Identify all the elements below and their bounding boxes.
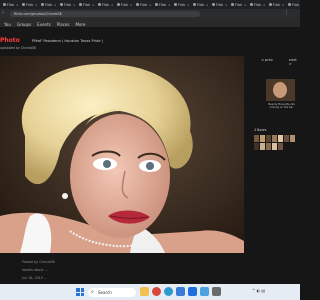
close-tab-icon[interactable]: ×	[149, 3, 152, 7]
mail-icon[interactable]	[188, 287, 197, 296]
meta-line: tweets about ...	[22, 268, 48, 272]
meta-date: Jun 26, 2015 ...	[22, 276, 48, 280]
browser-tab[interactable]: Flick×	[231, 1, 247, 8]
site-nav: You Groups Events Places More	[0, 21, 87, 29]
close-tab-icon[interactable]: ×	[111, 3, 114, 7]
browser-tab[interactable]: Flick×	[155, 1, 171, 8]
flickr-icon	[212, 3, 215, 6]
browser-tab[interactable]: Flick×	[3, 1, 19, 8]
close-tab-icon[interactable]: ×	[73, 3, 76, 7]
browser-tab[interactable]: Flick×	[193, 1, 209, 8]
search-icon: ⌕	[91, 289, 94, 295]
page-title: Photo	[0, 37, 20, 44]
close-tab-icon[interactable]: ×	[168, 3, 171, 7]
thumb[interactable]	[278, 143, 283, 150]
flickr-icon	[250, 3, 253, 6]
nav-groups[interactable]: Groups	[15, 21, 33, 29]
thumb[interactable]	[272, 135, 277, 142]
photo-meta: Posted by ChinnbSK tweets about ... Jun …	[22, 258, 55, 282]
thumbnail-image	[266, 79, 295, 101]
browser-tab[interactable]: Flick×	[98, 1, 114, 8]
thumb[interactable]	[266, 135, 271, 142]
address-bar: ‹ flickr.com/photos/ChinnbSK ⋮	[0, 9, 300, 18]
windows-start-icon[interactable]	[76, 288, 84, 296]
flickr-icon	[41, 3, 44, 6]
flickr-icon	[155, 3, 158, 6]
store-icon[interactable]	[176, 287, 185, 296]
nav-places[interactable]: Places	[55, 21, 72, 29]
browser-tab-bar: Flick × Flick × Flick × Flick × Flick × Flick…	[0, 0, 300, 9]
thumb[interactable]	[260, 143, 265, 150]
next-link[interactable]: next >	[289, 58, 300, 66]
close-tab-icon[interactable]: ×	[187, 3, 190, 7]
thumbs-grid	[254, 135, 300, 150]
flickr-icon	[269, 3, 272, 6]
page-subtitle: PMwF Pasadena ( Houston Texas Pride )	[32, 39, 104, 43]
close-tab-icon[interactable]: ×	[244, 3, 247, 7]
photos-icon[interactable]	[200, 287, 209, 296]
close-tab-icon[interactable]: ×	[35, 3, 38, 7]
close-tab-icon[interactable]: ×	[130, 3, 133, 7]
thumb[interactable]	[278, 135, 283, 142]
close-tab-icon[interactable]: ×	[54, 3, 57, 7]
flickr-icon	[136, 3, 139, 6]
file-explorer-icon[interactable]	[140, 287, 149, 296]
flickr-icon	[60, 3, 63, 6]
chrome-icon[interactable]	[152, 287, 161, 296]
browser-tab[interactable]: Flick×	[250, 1, 266, 8]
flickr-icon	[79, 3, 82, 6]
context-thumbnail[interactable]	[266, 79, 295, 101]
browser-tab[interactable]: Flick×	[41, 1, 57, 8]
close-tab-icon[interactable]: ×	[92, 3, 95, 7]
browser-tab[interactable]: Flick×	[212, 1, 228, 8]
sidebar: < prev next > Beauty Brunette sits looki…	[250, 56, 300, 253]
browser-tab[interactable]: Flick×	[136, 1, 152, 8]
close-tab-icon[interactable]: ×	[282, 3, 285, 7]
browser-tab[interactable]: Flick×	[22, 1, 38, 8]
meta-line: Posted by ChinnbSK	[22, 260, 55, 264]
main-photo[interactable]	[0, 56, 244, 253]
taskbar-search-input[interactable]: Search	[88, 288, 136, 297]
flickr-icon	[98, 3, 101, 6]
url-field[interactable]: flickr.com/photos/ChinnbSK	[10, 10, 200, 17]
flickr-icon	[22, 3, 25, 6]
thumb[interactable]	[254, 135, 259, 142]
flickr-icon	[3, 3, 6, 6]
close-tab-icon[interactable]: ×	[225, 3, 228, 7]
thumb[interactable]	[284, 135, 289, 142]
thumb[interactable]	[272, 143, 277, 150]
edge-icon[interactable]	[164, 287, 173, 296]
flickr-icon	[193, 3, 196, 6]
extensions-icon[interactable]: ⋮	[284, 10, 289, 16]
flickr-icon	[288, 3, 291, 6]
portrait-image	[0, 56, 244, 253]
browser-tab[interactable]: Flick×	[79, 1, 95, 8]
byline: uploaded by ChinnbSK	[0, 46, 37, 50]
browser-tab[interactable]: Flick×	[174, 1, 190, 8]
back-icon[interactable]: ‹	[2, 10, 4, 16]
nav-you[interactable]: You	[2, 21, 13, 29]
thumb[interactable]	[266, 143, 271, 150]
flickr-icon	[231, 3, 234, 6]
thumbnail-caption[interactable]: Beauty Brunette sits looking on the bar	[265, 103, 298, 109]
browser-tab[interactable]: Flick×	[269, 1, 285, 8]
system-tray[interactable]: ^ ◐ ▤	[252, 288, 265, 293]
nav-more[interactable]: More	[73, 21, 87, 29]
close-tab-icon[interactable]: ×	[263, 3, 266, 7]
flickr-icon	[174, 3, 177, 6]
close-tab-icon[interactable]: ×	[206, 3, 209, 7]
thumb[interactable]	[290, 135, 295, 142]
thumb[interactable]	[260, 135, 265, 142]
browser-tab[interactable]: Flick×	[60, 1, 76, 8]
thumb[interactable]	[254, 143, 259, 150]
settings-icon[interactable]	[212, 287, 221, 296]
browser-tab[interactable]: Flick×	[117, 1, 133, 8]
flickr-icon	[117, 3, 120, 6]
prev-link[interactable]: < prev	[261, 58, 273, 62]
nav-events[interactable]: Events	[35, 21, 53, 29]
close-tab-icon[interactable]: ×	[16, 3, 19, 7]
browser-tab[interactable]: Flick×	[288, 1, 300, 8]
thumbs-header: 4 Boxes	[254, 128, 267, 132]
